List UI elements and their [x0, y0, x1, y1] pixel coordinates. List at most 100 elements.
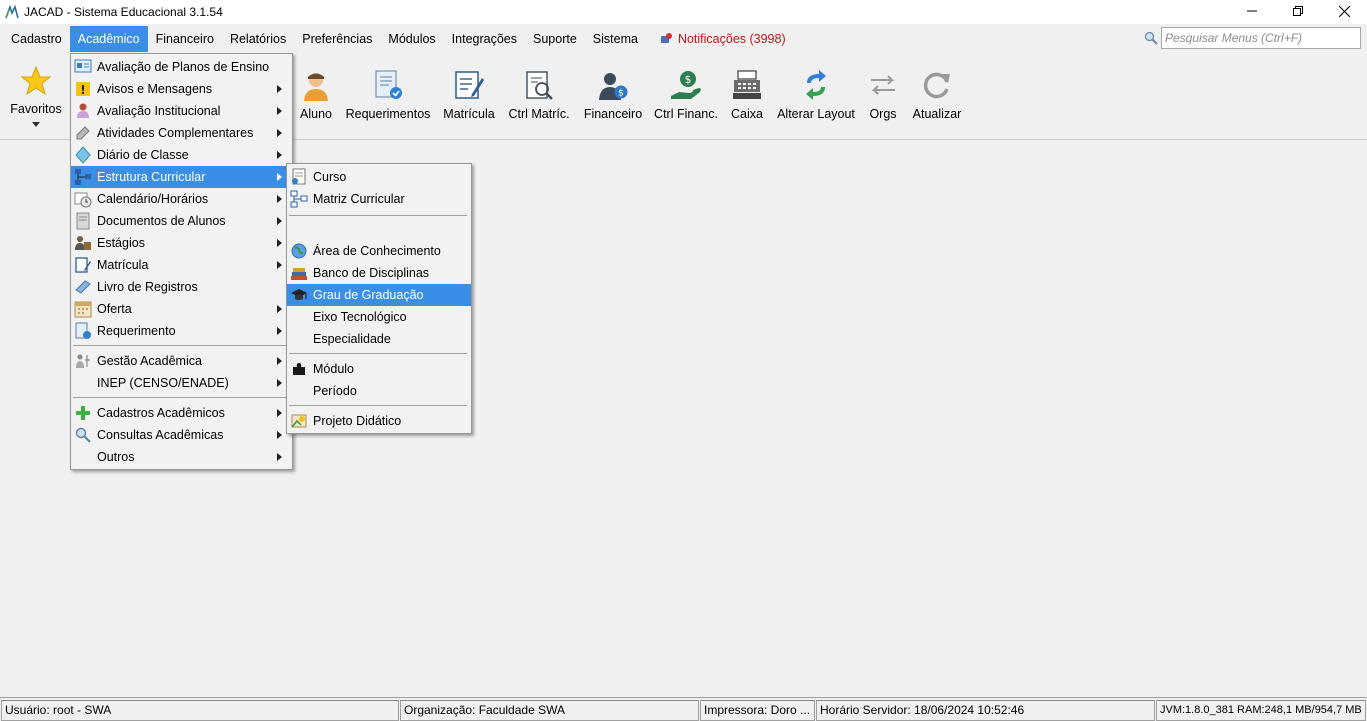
- status-bar: Usuário: root - SWA Organização: Faculda…: [0, 697, 1367, 721]
- pencil-icon: [76, 126, 90, 140]
- menu-item-livro-registros[interactable]: Livro de Registros: [71, 276, 292, 298]
- menu-item-avaliacao-institucional[interactable]: Avaliação Institucional: [71, 100, 292, 122]
- submenu-item-area-conhecimento[interactable]: Área de Conhecimento: [287, 240, 471, 262]
- menu-notificacoes[interactable]: Notificações (3998): [652, 26, 794, 52]
- minimize-button[interactable]: [1229, 0, 1275, 22]
- magnifier-icon: [75, 427, 91, 443]
- notifications-label: Notificações (3998): [677, 32, 786, 46]
- academico-menu: Avaliação de Planos de Ensino ! Avisos e…: [70, 53, 293, 470]
- search-menus-input[interactable]: [1161, 27, 1361, 49]
- favorites-label: Favoritos: [10, 102, 62, 116]
- money-hand-icon: $: [671, 71, 701, 99]
- menu-item-avisos-mensagens[interactable]: ! Avisos e Mensagens: [71, 78, 292, 100]
- submenu-item-curso[interactable]: Curso: [287, 166, 471, 188]
- menu-separator: [71, 394, 292, 402]
- submenu-item-projeto-didatico[interactable]: Projeto Didático: [287, 410, 471, 432]
- restore-icon: [1293, 6, 1303, 16]
- svg-text:$: $: [618, 89, 624, 99]
- star-icon: [20, 65, 52, 96]
- toolbar-ctrl-matric-label: Ctrl Matríc.: [508, 107, 570, 121]
- menu-item-diario-classe[interactable]: Diário de Classe: [71, 144, 292, 166]
- menu-suporte[interactable]: Suporte: [525, 26, 585, 52]
- close-button[interactable]: [1321, 0, 1367, 22]
- svg-text:$: $: [685, 73, 692, 86]
- toolbar-ctrl-matric[interactable]: Ctrl Matríc.: [508, 56, 570, 140]
- books-icon: [291, 268, 307, 280]
- menu-separator: [287, 350, 471, 358]
- submenu-arrow-icon: [277, 305, 282, 313]
- diary-icon: [75, 146, 91, 164]
- menu-item-gestao-academica[interactable]: Gestão Acadêmica: [71, 350, 292, 372]
- request-icon: [75, 322, 91, 339]
- menu-cadastro[interactable]: Cadastro: [0, 26, 70, 52]
- submenu-item-eixo-tecnologico[interactable]: Eixo Tecnológico: [287, 306, 471, 328]
- submenu-arrow-icon: [277, 327, 282, 335]
- submenu-arrow-icon: [277, 261, 282, 269]
- toolbar-alterar-layout[interactable]: Alterar Layout: [777, 56, 855, 140]
- submenu-arrow-icon: [277, 217, 282, 225]
- project-icon: [291, 414, 307, 428]
- requests-icon: [375, 70, 402, 99]
- graduation-cap-icon: [291, 289, 307, 300]
- submenu-item-especialidade[interactable]: Especialidade: [287, 328, 471, 350]
- menu-item-calendario-horarios[interactable]: Calendário/Horários: [71, 188, 292, 210]
- menu-preferencias[interactable]: Preferências: [294, 26, 380, 52]
- favorites-button[interactable]: Favoritos: [10, 56, 62, 140]
- submenu-arrow-icon: [277, 357, 282, 365]
- menu-item-outros[interactable]: Outros: [71, 446, 292, 468]
- menu-item-requerimento[interactable]: Requerimento: [71, 320, 292, 342]
- menu-item-estagios[interactable]: Estágios: [71, 232, 292, 254]
- menu-item-estrutura-curricular[interactable]: Estrutura Curricular: [71, 166, 292, 188]
- menu-item-inep[interactable]: INEP (CENSO/ENADE): [71, 372, 292, 394]
- estrutura-curricular-submenu: Curso Matriz Curricular Área de Conhecim…: [286, 163, 472, 434]
- menu-item-atividades-complementares[interactable]: Atividades Complementares: [71, 122, 292, 144]
- toolbar-caixa[interactable]: Caixa: [729, 56, 765, 140]
- menu-academico[interactable]: Acadêmico: [69, 26, 148, 52]
- toolbar-ctrl-financ[interactable]: $ Ctrl Financ.: [654, 56, 718, 140]
- notification-icon: [660, 33, 672, 43]
- submenu-item-modulo[interactable]: Módulo: [287, 358, 471, 380]
- toolbar-aluno-label: Aluno: [300, 107, 332, 121]
- toolbar-atualizar[interactable]: Atualizar: [912, 56, 962, 140]
- warning-icon: !: [76, 82, 90, 97]
- submenu-item-grau-graduacao[interactable]: Grau de Graduação: [287, 284, 471, 306]
- menu-item-oferta[interactable]: Oferta: [71, 298, 292, 320]
- enroll-icon: [75, 257, 91, 273]
- menu-search: [1144, 27, 1361, 49]
- puzzle-icon: [293, 363, 305, 375]
- toolbar-orgs-label: Orgs: [869, 107, 897, 121]
- toolbar-matricula[interactable]: Matrícula: [443, 56, 495, 140]
- submenu-arrow-icon: [277, 173, 282, 181]
- menu-item-documentos-alunos[interactable]: Documentos de Alunos: [71, 210, 292, 232]
- menu-item-cadastros-academicos[interactable]: Cadastros Acadêmicos: [71, 402, 292, 424]
- menu-item-avaliacao-planos[interactable]: Avaliação de Planos de Ensino: [71, 56, 292, 78]
- matrix-icon: [290, 190, 308, 208]
- menu-sistema[interactable]: Sistema: [585, 26, 646, 52]
- menu-item-matricula[interactable]: Matrícula: [71, 254, 292, 276]
- menu-relatorios[interactable]: Relatórios: [222, 26, 294, 52]
- menu-separator: [287, 402, 471, 410]
- status-printer[interactable]: Impressora: Doro ...: [700, 700, 815, 721]
- toolbar-requerimentos-label: Requerimentos: [345, 107, 431, 121]
- menu-integracoes[interactable]: Integrações: [444, 26, 525, 52]
- status-user: Usuário: root - SWA: [1, 700, 399, 721]
- enrollment-icon: [455, 71, 484, 99]
- submenu-item-periodo[interactable]: Período: [287, 380, 471, 402]
- submenu-item-banco-disciplinas[interactable]: Banco de Disciplinas: [287, 262, 471, 284]
- toolbar-financeiro[interactable]: $ Financeiro: [584, 56, 642, 140]
- toolbar-orgs[interactable]: Orgs: [867, 56, 899, 140]
- toolbar-financeiro-label: Financeiro: [583, 107, 643, 121]
- toolbar-requerimentos[interactable]: Requerimentos: [346, 56, 430, 140]
- plan-icon: [74, 59, 92, 73]
- menu-item-consultas-academicas[interactable]: Consultas Acadêmicas: [71, 424, 292, 446]
- restore-button[interactable]: [1275, 0, 1321, 22]
- menu-financeiro[interactable]: Financeiro: [148, 26, 222, 52]
- toolbar-aluno[interactable]: Aluno: [296, 56, 336, 140]
- menu-modulos[interactable]: Módulos: [380, 26, 443, 52]
- submenu-item-matriz-curricular[interactable]: Matriz Curricular: [287, 188, 471, 210]
- course-icon: [292, 168, 306, 185]
- toolbar-caixa-label: Caixa: [731, 107, 763, 121]
- menu-separator: [287, 210, 471, 240]
- submenu-arrow-icon: [277, 195, 282, 203]
- submenu-arrow-icon: [277, 85, 282, 93]
